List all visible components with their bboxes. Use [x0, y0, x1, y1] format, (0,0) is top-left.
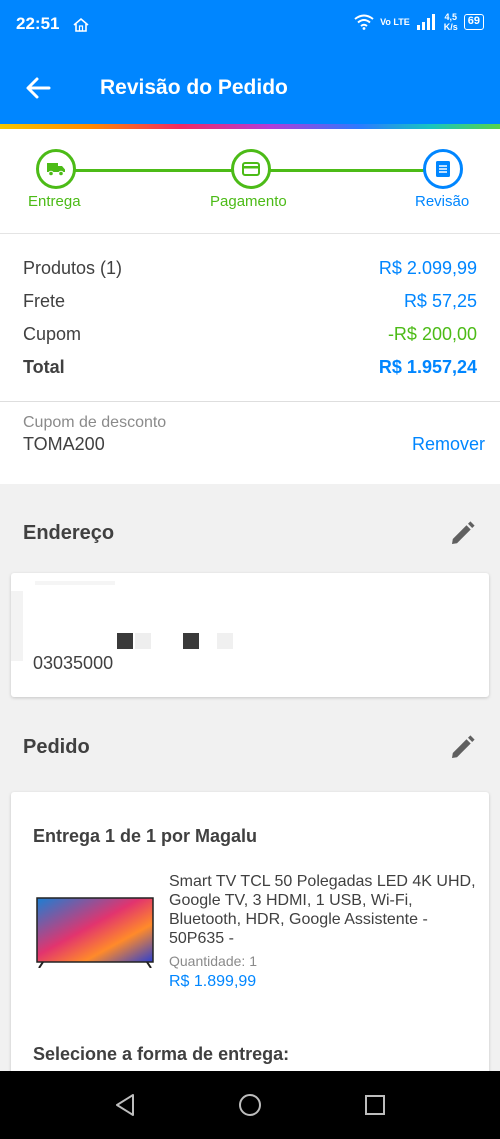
shipment-title: Entrega 1 de 1 por Magalu [33, 826, 258, 846]
status-bar: 22:51 Vo LTE 4,5 K/s 69 [0, 0, 500, 52]
step-pagamento[interactable] [231, 149, 271, 189]
summary-value: R$ 1.957,24 [378, 357, 477, 377]
redacted-area [117, 633, 133, 649]
signal-icon [416, 14, 435, 30]
summary-value: -R$ 200,00 [387, 324, 477, 344]
edit-order-icon[interactable] [448, 734, 476, 762]
system-nav-bar [0, 1071, 500, 1139]
wifi-icon [354, 14, 374, 30]
recents-nav-icon[interactable] [363, 1093, 387, 1117]
product-price: R$ 1.899,99 [169, 973, 257, 990]
redacted-area [35, 581, 115, 585]
summary-row-cupom: Cupom -R$ 200,00 [23, 324, 477, 345]
app-bar: Revisão do Pedido [0, 52, 500, 124]
summary-label: Produtos (1) [23, 258, 123, 278]
checkout-stepper: Entrega Pagamento Revisão [0, 129, 500, 234]
home-nav-icon[interactable] [238, 1093, 262, 1117]
back-nav-icon[interactable] [113, 1093, 137, 1117]
step-label-entrega: Entrega [28, 193, 81, 210]
step-label-pagamento: Pagamento [210, 193, 287, 210]
status-time: 22:51 [16, 14, 60, 33]
step-label-revisao: Revisão [415, 193, 470, 210]
speed-value: 4,5 [444, 12, 457, 22]
summary-row-produtos: Produtos (1) R$ 2.099,99 [23, 258, 477, 279]
network-speed: 4,5 K/s [444, 12, 458, 32]
battery-icon: 69 [463, 14, 484, 30]
delivery-method-prompt: Selecione a forma de entrega: [33, 1044, 290, 1064]
home-icon [73, 17, 89, 32]
summary-label: Cupom [23, 324, 82, 344]
coupon-label: Cupom de desconto [23, 414, 167, 431]
step-revisao[interactable] [423, 149, 463, 189]
summary-row-frete: Frete R$ 57,25 [23, 291, 477, 312]
redacted-area [135, 633, 151, 649]
truck-icon [47, 163, 65, 177]
redacted-area [183, 633, 199, 649]
address-card[interactable]: 03035000 [11, 573, 489, 697]
product-quantity: Quantidade: 1 [169, 953, 257, 969]
quantity-value: 1 [249, 953, 257, 969]
edit-address-icon[interactable] [448, 520, 476, 548]
redacted-area [217, 633, 233, 649]
speed-unit: K/s [443, 22, 458, 32]
back-arrow-icon[interactable] [24, 74, 52, 102]
product-image[interactable] [35, 896, 155, 968]
quantity-label: Quantidade: [169, 953, 246, 969]
card-icon [242, 162, 260, 176]
order-section-title: Pedido [23, 736, 90, 758]
summary-label: Total [23, 357, 65, 377]
redacted-area [11, 591, 23, 661]
summary-value: R$ 2.099,99 [378, 258, 477, 278]
step-entrega[interactable] [36, 149, 76, 189]
product-name[interactable]: Smart TV TCL 50 Polegadas LED 4K UHD, Go… [169, 872, 479, 948]
summary-row-total: Total R$ 1.957,24 [23, 357, 477, 378]
address-section-title: Endereço [23, 522, 115, 544]
summary-label: Frete [23, 291, 66, 311]
network-type: Vo LTE [380, 17, 410, 27]
coupon-field[interactable]: Cupom de desconto TOMA200 Remover [0, 402, 500, 484]
order-card: Entrega 1 de 1 por Magalu Smart TV TCL 5… [11, 792, 489, 1082]
order-summary: Produtos (1) R$ 2.099,99 Frete R$ 57,25 … [0, 234, 500, 402]
remove-coupon-button[interactable]: Remover [412, 434, 485, 455]
coupon-value: TOMA200 [23, 434, 105, 454]
document-icon [436, 161, 450, 177]
summary-value: R$ 57,25 [403, 291, 477, 311]
page-title: Revisão do Pedido [100, 76, 288, 99]
address-cep: 03035000 [33, 653, 114, 673]
